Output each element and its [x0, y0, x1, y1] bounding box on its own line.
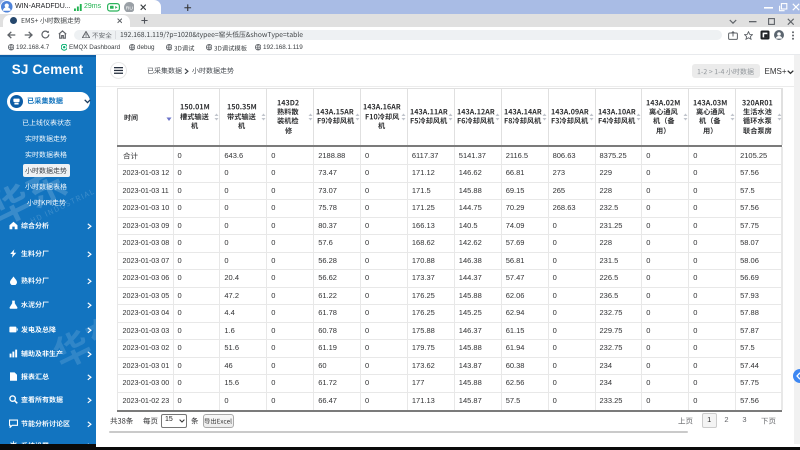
svg-text:RU: RU: [125, 5, 133, 11]
